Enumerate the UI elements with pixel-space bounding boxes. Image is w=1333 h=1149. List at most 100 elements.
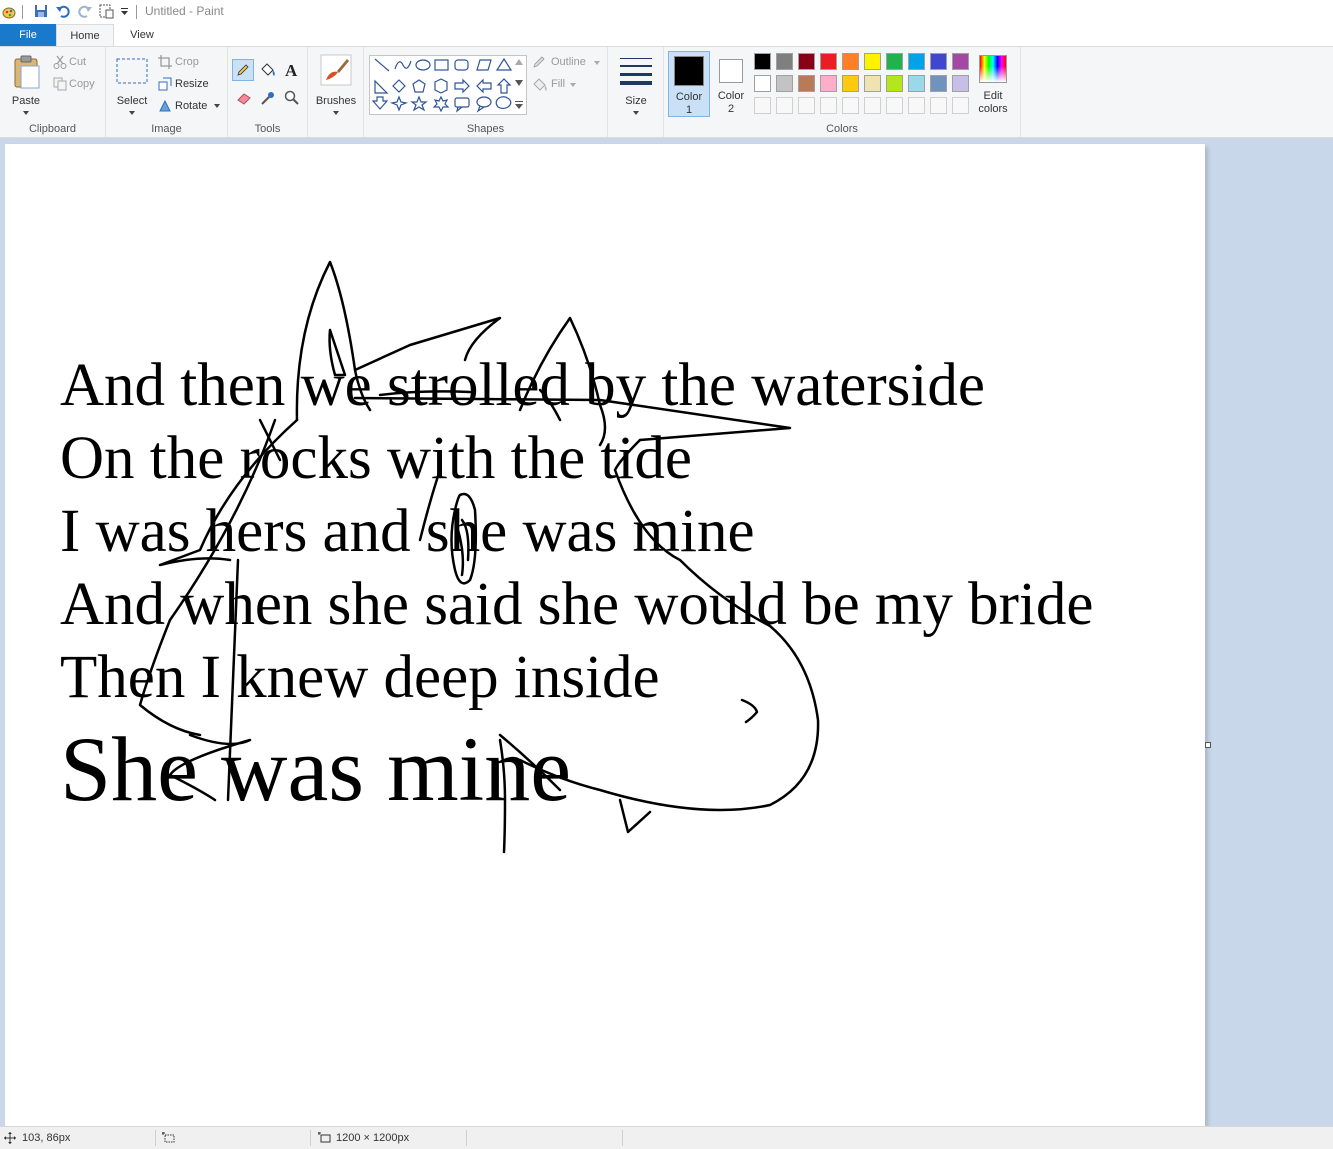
palette-swatch[interactable] [842,53,859,70]
palette-swatch-custom[interactable] [798,97,815,114]
palette-swatch-custom[interactable] [842,97,859,114]
status-bar: 103, 86px 1200 × 1200px [0,1126,1333,1149]
palette-swatch[interactable] [930,53,947,70]
tools-group-label: Tools [254,123,281,135]
rotate-label: Rotate [175,100,208,112]
select-button[interactable]: Select [112,51,152,119]
palette-swatch[interactable] [842,75,859,92]
size-label: Size [625,95,647,107]
selection-size-icon [162,1132,175,1143]
palette-swatch[interactable] [886,75,903,92]
resize-icon [158,77,172,91]
palette-swatch[interactable] [930,75,947,92]
canvas-resize-handle[interactable] [1205,742,1211,748]
palette-swatch-custom[interactable] [930,97,947,114]
lyric-line-1: And then we strolled by the waterside [60,352,985,419]
tab-view[interactable]: View [114,24,170,46]
palette-swatch-custom[interactable] [886,97,903,114]
color2-number: 2 [727,103,735,115]
drawing-canvas[interactable]: And then we strolled by the waterside On… [5,144,1205,1126]
color-wheel-icon [979,55,1007,83]
color1-button[interactable]: Color 1 [668,51,710,117]
colors-group: Color 1 Color 2 Edit colors Colors [664,47,1021,137]
palette-swatch[interactable] [864,75,881,92]
palette-swatch[interactable] [798,53,815,70]
color2-swatch [719,59,743,83]
color2-label: Color [717,90,745,102]
brushes-button[interactable]: Brushes [312,51,360,131]
palette-swatch[interactable] [952,75,969,92]
rotate-dropdown-icon [214,104,220,108]
outline-pen-icon [533,56,545,68]
palette-swatch[interactable] [776,75,793,92]
brushes-group: Brushes [308,47,364,137]
eraser-icon[interactable] [236,91,252,105]
shapes-gallery[interactable] [369,55,527,115]
cut-label: Cut [69,56,87,68]
crop-button[interactable]: Crop [158,55,224,71]
scissors-icon [53,55,67,69]
tab-file[interactable]: File [0,24,56,46]
palette-swatch-custom[interactable] [754,97,771,114]
line-size-icon [620,58,652,85]
palette-swatch-custom[interactable] [952,97,969,114]
shapes-expand-icon[interactable] [515,101,523,109]
resize-button[interactable]: Resize [158,77,224,93]
palette-swatch[interactable] [798,75,815,92]
edit-colors-button[interactable]: Edit colors [974,51,1012,119]
canvas-area[interactable]: And then we strolled by the waterside On… [0,138,1333,1126]
paste-button[interactable]: Paste [6,51,46,119]
brushes-label: Brushes [315,95,357,107]
pencil-icon [237,64,249,76]
cursor-position-icon [4,1132,16,1144]
palette-swatch[interactable] [820,53,837,70]
save-icon[interactable] [34,4,48,18]
color2-button[interactable]: Color 2 [712,51,752,117]
redo-icon[interactable] [77,4,93,18]
palette-swatch[interactable] [864,53,881,70]
palette-swatch[interactable] [754,53,771,70]
customize-qa-chevron-icon[interactable] [121,8,129,16]
title-bar: Untitled - Paint [0,0,1333,24]
fill-bucket-disabled-icon [533,78,547,91]
cursor-position: 103, 86px [22,1132,71,1144]
palette-swatch[interactable] [820,75,837,92]
palette-swatch[interactable] [908,75,925,92]
palette-swatch[interactable] [754,75,771,92]
palette-swatch[interactable] [908,53,925,70]
outline-button[interactable]: Outline [532,55,604,71]
copy-button[interactable]: Copy [52,77,102,93]
palette-swatch-custom[interactable] [776,97,793,114]
palette-swatch[interactable] [952,53,969,70]
edit-colors-label-line1: Edit [983,90,1003,102]
color-picker-icon[interactable] [260,90,276,106]
paint-app-icon[interactable] [2,4,16,20]
select-all-icon[interactable] [99,4,115,20]
select-rectangle-icon [116,58,148,84]
undo-icon[interactable] [55,4,71,18]
palette-swatch-custom[interactable] [820,97,837,114]
status-divider [310,1130,311,1146]
shapes-scroll-down-icon[interactable] [515,80,523,86]
copy-label: Copy [69,78,95,90]
crop-label: Crop [175,56,199,68]
fill-bucket-icon[interactable] [259,62,277,78]
pencil-tool[interactable] [232,59,254,81]
text-tool-icon[interactable]: A [284,62,300,78]
crop-icon [158,55,172,69]
brushes-dropdown-icon [333,111,339,115]
size-button[interactable]: Size [614,51,658,131]
fill-button[interactable]: Fill [532,77,604,93]
palette-swatch[interactable] [776,53,793,70]
palette-swatch[interactable] [886,53,903,70]
shapes-group-label: Shapes [466,123,505,135]
magnifier-icon[interactable] [284,90,300,106]
shapes-scroll-up-icon[interactable] [515,59,523,65]
tab-home[interactable]: Home [56,24,114,46]
cut-button[interactable]: Cut [52,55,102,71]
status-divider [466,1130,467,1146]
palette-swatch-custom[interactable] [864,97,881,114]
rotate-button[interactable]: Rotate [158,99,224,115]
palette-swatch-custom[interactable] [908,97,925,114]
colors-group-label: Colors [826,123,858,135]
